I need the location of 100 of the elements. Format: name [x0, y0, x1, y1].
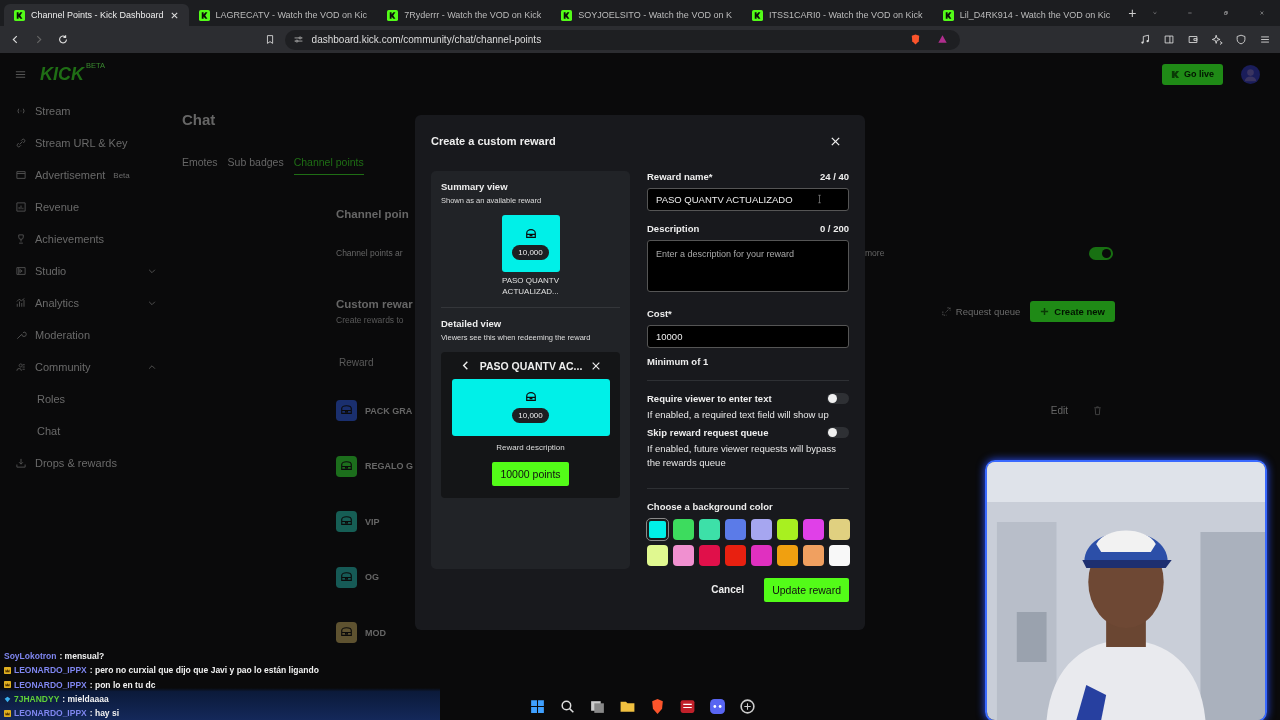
external-link-icon — [940, 305, 952, 317]
favicon-icon — [14, 9, 25, 21]
reward-name: MOD — [365, 627, 386, 638]
toggle-switch[interactable] — [1089, 246, 1113, 260]
sidebar-subitem[interactable]: Roles — [15, 383, 157, 415]
color-swatch[interactable] — [803, 518, 824, 540]
color-swatch[interactable] — [647, 518, 668, 540]
color-swatch[interactable] — [829, 518, 850, 540]
sidebar-item[interactable]: Stream URL & Key — [15, 127, 157, 159]
browser-tab[interactable]: Channel Points - Kick Dashboard — [4, 4, 189, 26]
site-settings-icon — [292, 34, 304, 45]
film-icon — [15, 265, 27, 277]
chest-icon — [524, 391, 537, 404]
color-swatch[interactable] — [777, 518, 798, 540]
sparkle-icon[interactable] — [1210, 33, 1223, 46]
wallet-icon[interactable] — [1186, 33, 1199, 46]
task-view-icon[interactable] — [588, 698, 606, 715]
points-button[interactable]: 10000 points — [492, 461, 569, 486]
color-swatch[interactable] — [725, 518, 746, 540]
gem-badge-icon — [4, 695, 11, 703]
favicon-icon — [561, 9, 573, 21]
go-live-button[interactable]: Go live — [1162, 63, 1223, 85]
section-text: Channel points ar — [336, 248, 403, 258]
color-swatch[interactable] — [673, 518, 694, 540]
tab[interactable]: Emotes — [182, 156, 218, 175]
browser-tab[interactable]: Lil_D4RK914 - Watch the VOD on Kic — [932, 4, 1121, 26]
color-swatch[interactable] — [647, 544, 668, 566]
plus-icon — [1040, 306, 1050, 316]
color-swatch[interactable] — [699, 544, 720, 566]
field-label: Reward name* — [647, 171, 713, 182]
sidebar-item[interactable]: Drops & rewards — [15, 447, 157, 479]
request-queue-link[interactable]: Request queue — [940, 305, 1021, 317]
menu-icon[interactable] — [1258, 33, 1271, 46]
shield-icon[interactable] — [1234, 33, 1247, 46]
windows-icon[interactable] — [528, 698, 546, 715]
app-icon[interactable] — [678, 698, 696, 715]
browser-tab[interactable]: LAGRECATV - Watch the VOD on Kic — [188, 4, 378, 26]
browser-tab[interactable]: 7Ryderrr - Watch the VOD on Kick — [377, 4, 552, 26]
sidebar-item[interactable]: Achievements — [15, 223, 157, 255]
color-swatch[interactable] — [803, 544, 824, 566]
download-icon — [15, 457, 27, 469]
color-swatch[interactable] — [725, 544, 746, 566]
reward-name: VIP — [365, 516, 380, 527]
controller-icon[interactable] — [708, 698, 726, 715]
chat-message: : pon lo en tu dc — [89, 679, 156, 690]
color-swatch[interactable] — [829, 544, 850, 566]
music-icon[interactable] — [1138, 33, 1151, 46]
text-cursor-icon — [817, 194, 822, 204]
close-icon[interactable] — [169, 10, 179, 20]
color-swatch[interactable] — [751, 544, 772, 566]
logo[interactable]: KICK — [40, 63, 84, 85]
chart-icon — [15, 201, 27, 213]
learn-more-text: more — [865, 248, 885, 258]
chat-username: SoyLokotron — [4, 651, 57, 662]
create-new-button[interactable]: Create new — [1030, 300, 1115, 322]
input-field[interactable]: 10000 — [647, 325, 849, 348]
address-bar[interactable]: dashboard.kick.com/community/chat/channel-points — [284, 29, 960, 50]
browser-tab[interactable]: SOYJOELSITO - Watch the VOD on K — [551, 4, 742, 26]
toggle-switch[interactable] — [827, 427, 849, 439]
update-reward-button[interactable]: Update reward — [764, 577, 849, 602]
sidebar-subitem[interactable]: Chat — [15, 415, 157, 447]
kick-icon — [1171, 69, 1180, 79]
sidebar-item[interactable]: Moderation — [15, 319, 157, 351]
sidebar-item[interactable]: Analytics — [15, 287, 157, 319]
chat-message: : hay si — [89, 708, 120, 719]
favicon-icon — [942, 9, 954, 21]
reload-icon[interactable] — [57, 33, 70, 46]
input-field[interactable]: PASO QUANTV ACTUALIZADO — [647, 188, 849, 211]
reward-description: Reward description — [496, 442, 565, 452]
summary-title: Summary view — [441, 181, 509, 192]
app-icon[interactable] — [738, 698, 756, 715]
search-icon[interactable] — [558, 698, 576, 715]
sidebar-item[interactable]: Community — [15, 351, 157, 383]
color-swatch[interactable] — [751, 518, 772, 540]
tab[interactable]: Sub badges — [227, 156, 284, 175]
character-count: 0 / 200 — [819, 223, 849, 234]
cancel-button[interactable]: Cancel — [705, 583, 751, 597]
close-icon[interactable] — [591, 360, 602, 371]
favicon-icon — [751, 9, 763, 21]
sidebar-item[interactable]: Studio — [15, 255, 157, 287]
color-swatch[interactable] — [699, 518, 720, 540]
link-icon — [15, 137, 27, 149]
new-tab-button[interactable]: + — [1128, 5, 1137, 21]
sidebar-item[interactable]: Revenue — [15, 191, 157, 223]
section-subtitle: Create rewards to — [336, 314, 404, 325]
triangle-icon[interactable] — [935, 33, 949, 46]
color-swatch[interactable] — [673, 544, 694, 566]
toggle-switch[interactable] — [827, 393, 849, 404]
color-swatch[interactable] — [777, 544, 798, 566]
close-icon[interactable] — [830, 135, 841, 147]
setting-description: If enabled, future viewer requests will bypass the rewards queue — [647, 442, 838, 469]
favicon-icon — [198, 9, 210, 21]
browser-tab[interactable]: ITSS1CARI0 - Watch the VOD on Kick — [741, 4, 933, 26]
edit-link[interactable]: Edit — [1050, 405, 1068, 417]
sidebar-icon[interactable] — [1162, 33, 1175, 46]
sidebar-item[interactable]: Advertisement Beta — [15, 159, 157, 191]
input-field[interactable]: Enter a description for your reward — [647, 240, 849, 292]
beta-label: Beta — [113, 170, 130, 180]
tab[interactable]: Channel points — [293, 156, 364, 175]
sidebar-item[interactable]: Stream — [15, 95, 157, 127]
